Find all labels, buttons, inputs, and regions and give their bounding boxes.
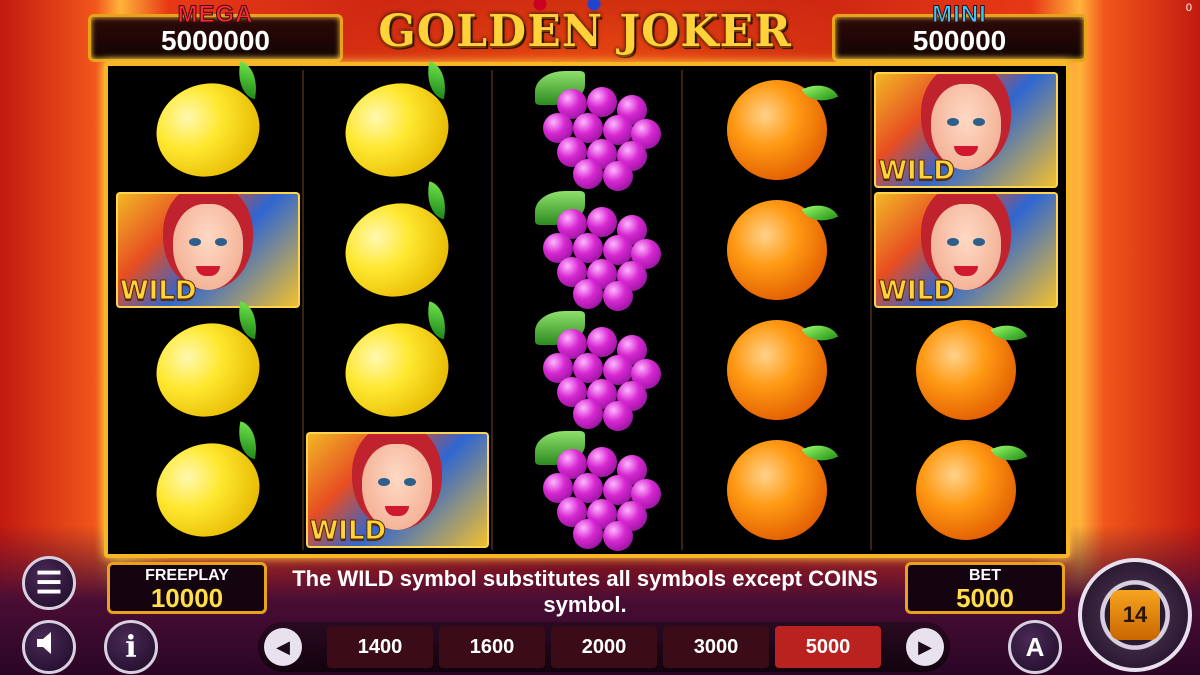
orange-icon bbox=[726, 80, 827, 180]
bet-option-3000[interactable]: 3000 bbox=[663, 626, 769, 668]
mega-value: 5000000 bbox=[160, 25, 270, 56]
bet-options: 1400 1600 2000 3000 5000 bbox=[308, 626, 900, 668]
reel-cell bbox=[683, 70, 871, 190]
orange-icon bbox=[726, 320, 827, 420]
mini-value: 500000 bbox=[912, 25, 1007, 56]
bet-option-2000[interactable]: 2000 bbox=[551, 626, 657, 668]
speaker-icon bbox=[34, 629, 64, 665]
wild-joker-icon: WILD bbox=[874, 192, 1058, 308]
reel-cell bbox=[872, 310, 1060, 430]
autoplay-icon: A bbox=[1025, 631, 1045, 662]
game-logo: GOLDEN JOKER 100 bbox=[378, 6, 792, 108]
lemon-icon bbox=[333, 310, 462, 430]
info-icon: i bbox=[125, 629, 137, 665]
reel-4 bbox=[683, 70, 873, 550]
reel-cell bbox=[493, 430, 681, 551]
bet-option-1400[interactable]: 1400 bbox=[327, 626, 433, 668]
lemon-icon bbox=[144, 430, 272, 550]
spin-badge: 14 bbox=[1110, 590, 1160, 640]
wild-label: WILD bbox=[878, 276, 956, 307]
reel-2: WILD bbox=[304, 70, 494, 550]
reel-cell bbox=[304, 190, 492, 310]
reel-cell: WILD bbox=[114, 190, 302, 310]
reel-3 bbox=[493, 70, 683, 551]
orange-icon bbox=[726, 200, 827, 300]
mini-jackpot: MINI 500000 bbox=[832, 1, 1087, 62]
chevron-right-icon: ▶ bbox=[918, 636, 932, 657]
grapes-icon bbox=[517, 311, 661, 431]
wild-label: WILD bbox=[120, 276, 198, 307]
info-message: The WILD symbol substitutes all symbols … bbox=[292, 566, 878, 617]
reel-cell bbox=[493, 70, 681, 191]
grapes-icon bbox=[517, 191, 661, 311]
menu-button[interactable]: ☰ bbox=[22, 556, 76, 610]
bet-option-1600[interactable]: 1600 bbox=[439, 626, 545, 668]
bet-next-button[interactable]: ▶ bbox=[906, 628, 944, 666]
orange-icon bbox=[916, 320, 1017, 420]
grapes-icon bbox=[517, 431, 661, 551]
mega-jackpot: MEGA 5000000 bbox=[88, 1, 343, 62]
reel-cell bbox=[493, 310, 681, 431]
bet-option-5000[interactable]: 5000 bbox=[775, 626, 881, 668]
grapes-icon bbox=[517, 71, 661, 191]
reel-cell bbox=[304, 70, 492, 190]
lemon-icon bbox=[333, 190, 462, 310]
autoplay-button[interactable]: A bbox=[1008, 620, 1062, 674]
orange-icon bbox=[726, 440, 827, 540]
reel-cell bbox=[872, 430, 1060, 550]
reel-cell bbox=[304, 310, 492, 430]
reel-cell bbox=[683, 190, 871, 310]
wild-joker-icon: WILD bbox=[305, 432, 490, 548]
reel-cell bbox=[683, 430, 871, 550]
reel-1: WILD bbox=[114, 70, 304, 550]
corner-counter: 0 bbox=[1185, 2, 1192, 14]
reel-cell: WILD bbox=[872, 190, 1060, 310]
orange-icon bbox=[916, 440, 1017, 540]
bet-value: 5000 bbox=[956, 583, 1014, 613]
reel-cell bbox=[683, 310, 871, 430]
reel-cell bbox=[493, 190, 681, 311]
freeplay-box: FREEPLAY 10000 bbox=[107, 562, 267, 614]
wild-joker-icon: WILD bbox=[116, 192, 300, 308]
reel-grid: WILD WILD WILD WILD bbox=[104, 62, 1070, 558]
info-button[interactable]: i bbox=[104, 620, 158, 674]
bet-box: BET 5000 bbox=[905, 562, 1065, 614]
hamburger-icon: ☰ bbox=[35, 566, 63, 600]
wild-label: WILD bbox=[309, 516, 387, 547]
lemon-icon bbox=[333, 70, 462, 190]
wild-label: WILD bbox=[878, 156, 956, 187]
reel-cell bbox=[114, 70, 302, 190]
chevron-left-icon: ◀ bbox=[276, 636, 290, 657]
jester-hat-icon bbox=[522, 0, 612, 12]
lemon-icon bbox=[144, 70, 272, 190]
freeplay-value: 10000 bbox=[150, 583, 224, 613]
reel-5: WILD WILD bbox=[872, 70, 1060, 550]
reel-cell bbox=[114, 430, 302, 550]
reel-cell: WILD bbox=[304, 430, 492, 550]
spin-button[interactable]: 14 bbox=[1078, 558, 1192, 672]
wild-joker-icon: WILD bbox=[874, 72, 1058, 188]
reel-cell: WILD bbox=[872, 70, 1060, 190]
bet-prev-button[interactable]: ◀ bbox=[264, 628, 302, 666]
sound-button[interactable] bbox=[22, 620, 76, 674]
lemon-icon bbox=[144, 310, 272, 430]
reel-cell bbox=[114, 310, 302, 430]
bet-selector: ◀ 1400 1600 2000 3000 5000 ▶ bbox=[258, 622, 950, 672]
